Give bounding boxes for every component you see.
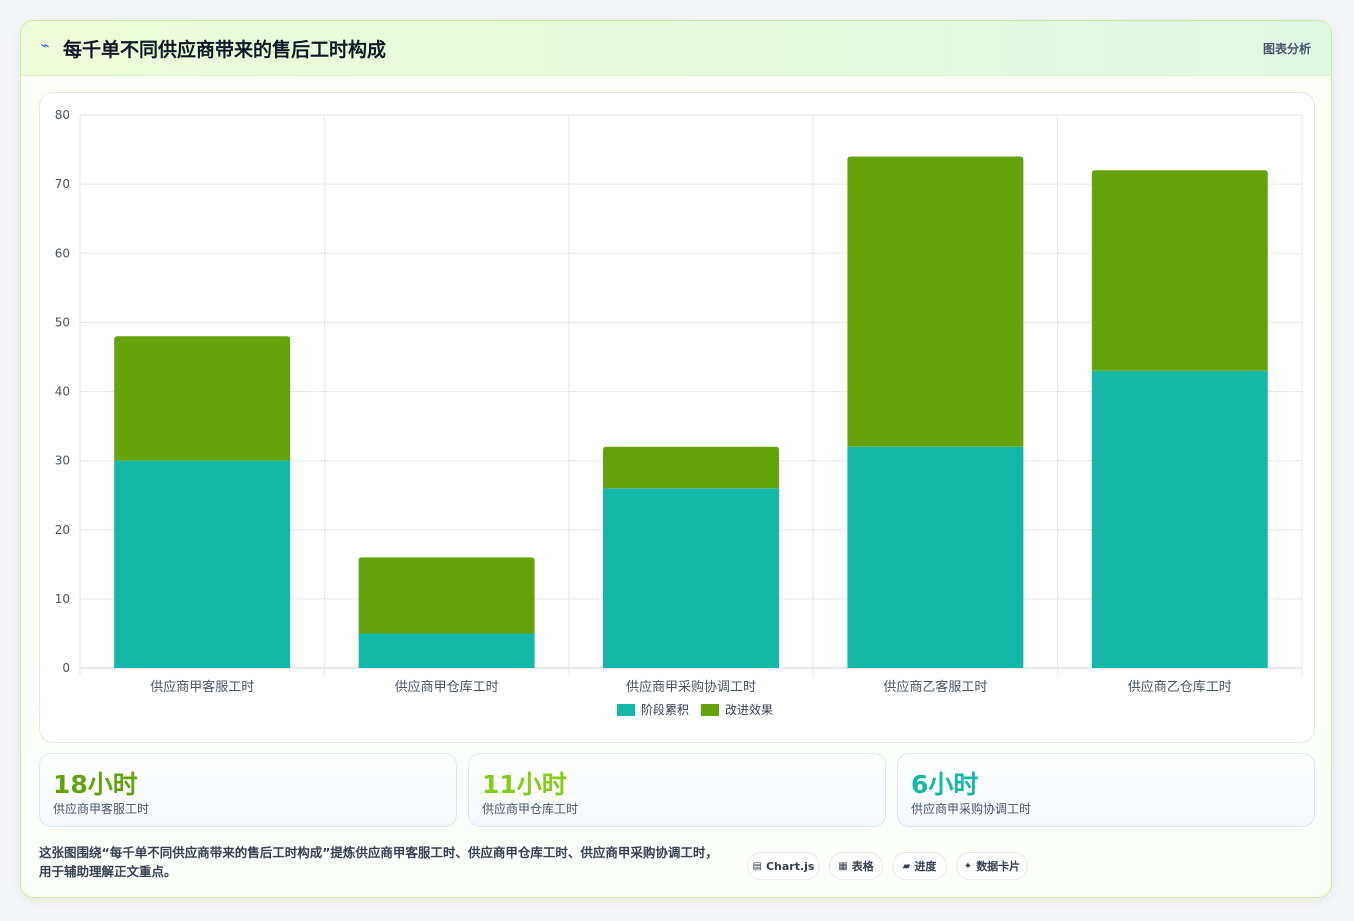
badge-data-cards[interactable]: ✦ 数据卡片: [956, 852, 1028, 880]
stat-card-1: 18小时 供应商甲客服工时: [39, 753, 457, 827]
bar-segment: [603, 488, 779, 668]
badge-progress[interactable]: ▰ 进度: [892, 852, 947, 880]
bar-segment: [358, 557, 535, 634]
y-tick-label: 60: [55, 246, 70, 260]
x-tick-label: 供应商乙客服工时: [883, 679, 987, 695]
y-tick-label: 50: [55, 315, 70, 329]
y-tick-label: 20: [55, 523, 70, 537]
stat-value: 6小时: [911, 770, 979, 799]
legend-label: 阶段累积: [641, 702, 689, 717]
chart-analysis-tag: 图表分析: [1262, 42, 1311, 56]
x-tick-label: 供应商甲客服工时: [150, 679, 254, 695]
y-tick-label: 80: [55, 108, 70, 122]
y-tick-label: 70: [55, 177, 70, 191]
legend-swatch: [701, 704, 719, 716]
progress-icon: ▰: [902, 860, 911, 872]
stat-card-2: 11小时 供应商甲仓库工时: [468, 753, 886, 827]
badge-label: 进度: [914, 860, 937, 873]
bar-segment: [114, 336, 291, 461]
y-tick-label: 10: [55, 592, 70, 606]
badge-label: 表格: [851, 860, 874, 873]
table-icon: ▦: [838, 860, 848, 872]
stat-label: 供应商甲仓库工时: [482, 802, 579, 816]
y-tick-label: 40: [55, 385, 70, 399]
bar-segment: [1091, 170, 1268, 371]
badge-table[interactable]: ▦ 表格: [829, 852, 883, 880]
badge-chartjs[interactable]: ▤ Chart.js: [747, 852, 820, 880]
bar-segment: [1091, 370, 1268, 668]
legend-label: 改进效果: [725, 702, 773, 717]
bar-segment: [847, 446, 1024, 668]
x-tick-label: 供应商乙仓库工时: [1128, 679, 1232, 695]
bar-segment: [114, 460, 291, 668]
stat-value: 11小时: [482, 770, 567, 799]
y-tick-label: 0: [62, 661, 70, 675]
card-header: ⌁ 每千单不同供应商带来的售后工时构成 图表分析: [21, 21, 1331, 76]
stat-label: 供应商甲客服工时: [53, 802, 150, 816]
stat-value: 18小时: [53, 770, 138, 799]
stat-label: 供应商甲采购协调工时: [911, 802, 1032, 816]
stat-card-3: 6小时 供应商甲采购协调工时: [897, 753, 1315, 827]
x-tick-label: 供应商甲仓库工时: [395, 679, 499, 695]
chart-description: 这张图围绕“每千单不同供应商带来的售后工时构成”提炼供应商甲客服工时、供应商甲仓…: [39, 845, 718, 879]
chart-panel: 0 10 20 30 40 50 60 70 80 供应商甲客服工时 供应商甲仓库工时 供应商甲采购协…: [39, 92, 1315, 743]
y-tick-label: 30: [55, 454, 70, 468]
legend-swatch: [617, 704, 635, 716]
x-tick-label: 供应商甲采购协调工时: [626, 679, 756, 695]
bar-segment: [358, 633, 535, 668]
chart-card: ⌁ 每千单不同供应商带来的售后工时构成 图表分析 0 10 20 30 40 50 60 70…: [20, 20, 1332, 898]
chart-icon: ▤: [752, 860, 762, 872]
chart-icon: ⌁: [41, 38, 50, 54]
stacked-bar-chart: 0 10 20 30 40 50 60 70 80 供应商甲客服工时 供应商甲仓库工时 供应商甲采购协…: [55, 108, 1303, 717]
bar-segment: [603, 446, 779, 489]
card-icon: ✦: [963, 860, 973, 872]
badge-label: Chart.js: [765, 859, 815, 873]
chart-title: 每千单不同供应商带来的售后工时构成: [63, 39, 387, 61]
badge-label: 数据卡片: [976, 860, 1021, 873]
bar-segment: [847, 156, 1024, 447]
